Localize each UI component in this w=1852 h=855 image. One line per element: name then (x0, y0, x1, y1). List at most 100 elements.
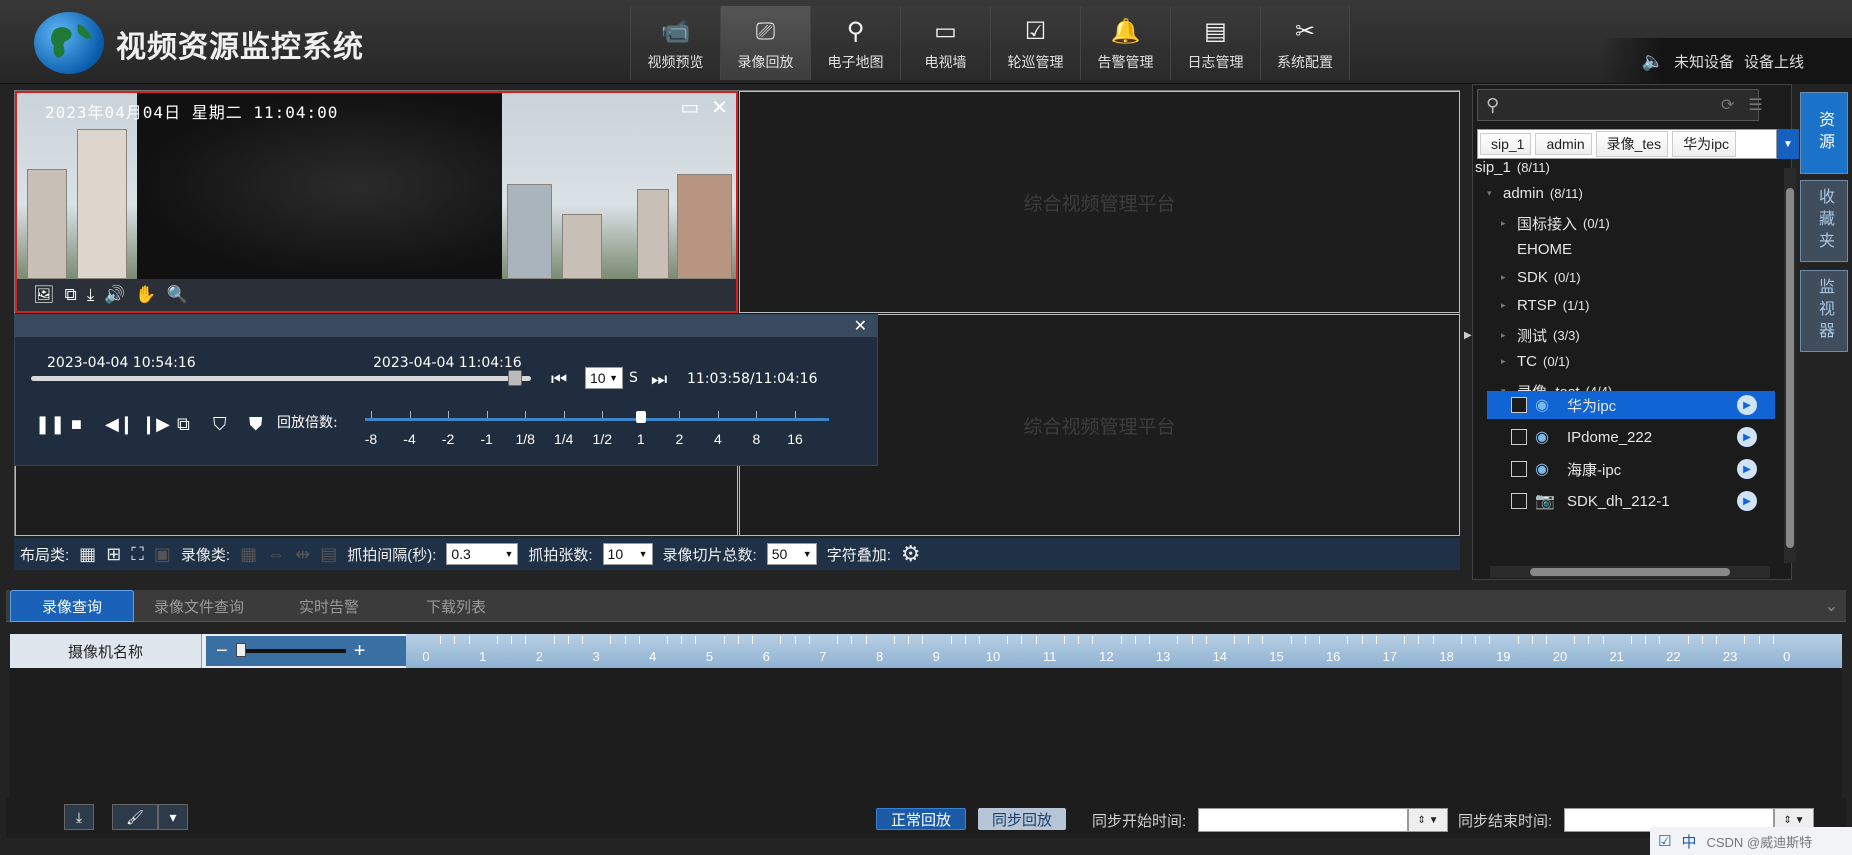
normal-playback-button[interactable]: 正常回放 (876, 808, 966, 830)
nav-item-camera[interactable]: 📹 视频预览 (630, 6, 720, 80)
speed-slider-thumb[interactable] (635, 411, 646, 423)
device-checkbox[interactable] (1511, 461, 1527, 477)
fullscreen-icon[interactable]: ⛶ (131, 544, 144, 565)
collapsed-arrow-icon[interactable]: ▸ (1501, 218, 1511, 229)
play-icon[interactable]: ▶ (1737, 395, 1757, 415)
chevron-down-icon[interactable]: ▾ (158, 804, 188, 830)
list-icon[interactable]: ☰ (1748, 95, 1762, 115)
nav-item-tv-wall[interactable]: ▭ 电视墙 (900, 6, 990, 80)
side-tab[interactable]: 收藏夹 (1800, 180, 1848, 262)
add-tag-icon[interactable]: ⛉ (213, 414, 227, 435)
play-icon[interactable]: ▶ (1737, 427, 1757, 447)
tree-vertical-scrollbar[interactable] (1784, 168, 1796, 563)
zoom-out-icon[interactable]: − (216, 640, 228, 663)
bottom-tab[interactable]: 实时告警 (268, 590, 390, 622)
tree-node[interactable]: ▸ SDK (0/1) (1501, 269, 1581, 286)
refresh-icon[interactable]: ⟳ (1721, 95, 1734, 115)
pause-icon[interactable]: ❚❚ (35, 414, 65, 435)
collapsed-arrow-icon[interactable]: ▸ (1501, 300, 1511, 311)
zoom-in-icon[interactable]: + (354, 640, 366, 663)
collapsed-arrow-icon[interactable]: ▸ (1501, 356, 1511, 367)
video-stream[interactable]: 2023年04月04日 星期二 11:04:00 ▭ ✕ (17, 93, 736, 279)
record-save-icon[interactable]: ▤ (320, 544, 337, 565)
close-icon[interactable]: ✕ (854, 316, 867, 336)
nav-item-patrol[interactable]: ☑ 轮巡管理 (990, 6, 1080, 80)
play-icon[interactable]: ▶ (1737, 491, 1757, 511)
device-row[interactable]: ◉ IPdome_222 ▶ (1487, 423, 1775, 451)
playback-progress-track[interactable] (31, 376, 531, 381)
gear-icon[interactable]: ⚙ (901, 541, 921, 567)
device-checkbox[interactable] (1511, 493, 1527, 509)
maximize-icon[interactable]: ▭ (680, 95, 699, 120)
record-split-icon[interactable]: ⇹ (295, 544, 310, 565)
frame-back-icon[interactable]: ◀❙ (105, 414, 134, 435)
clip-icon[interactable]: ⧉ (177, 414, 190, 435)
collapsed-arrow-icon[interactable]: ▸ (1501, 272, 1511, 283)
play-icon[interactable]: ▶ (1737, 459, 1757, 479)
close-icon[interactable]: ✕ (711, 95, 728, 120)
grid-4-icon[interactable]: ⊞ (106, 544, 121, 565)
frame-forward-icon[interactable]: ❙▶ (141, 414, 170, 435)
video-cell-1[interactable]: 2023年04月04日 星期二 11:04:00 ▭ ✕ 🖼 ⧉ ⤓ 🔊 ✋ 🔍 (15, 91, 738, 313)
clear-brush-icon[interactable]: 🖌 (112, 804, 158, 830)
zoom-slider-thumb[interactable] (235, 643, 246, 657)
device-row[interactable]: ◉ 海康-ipc ▶ (1487, 455, 1775, 483)
tag-icon[interactable]: ⛊ (249, 414, 263, 435)
breadcrumb-item[interactable]: 录像_tes (1595, 131, 1669, 157)
tray-check-icon[interactable]: ☑ (1658, 832, 1671, 850)
custom-layout-icon[interactable]: ▣ (154, 544, 171, 565)
breadcrumb-item[interactable]: sip_1 (1480, 133, 1532, 155)
sync-start-input[interactable] (1198, 808, 1408, 832)
collapsed-arrow-icon[interactable]: ▸ (1501, 330, 1511, 341)
device-row[interactable]: 📷 SDK_dh_212-1 ▶ (1487, 487, 1775, 515)
volume-icon[interactable]: 🔊 (104, 285, 125, 305)
snapshot-icon[interactable]: 🖼 (33, 285, 55, 305)
tree-node[interactable]: ▸ 测试 (3/3) (1501, 325, 1580, 346)
breadcrumb-item[interactable]: 华为ipc (1672, 131, 1736, 157)
collapse-icon[interactable]: ⌄ (1825, 596, 1838, 616)
bottom-tab[interactable]: 录像查询 (10, 590, 134, 622)
bottom-tab[interactable]: 录像文件查询 (134, 590, 264, 622)
timeline-body[interactable] (10, 668, 1842, 798)
tree-node[interactable]: EHOME (1501, 241, 1578, 258)
panel-toggle-arrow-icon[interactable]: ▶ (1464, 330, 1472, 341)
step-back-icon[interactable]: ⏮ (551, 369, 567, 390)
device-row[interactable]: ◉ 华为ipc ▶ (1487, 391, 1775, 419)
record-grid-icon[interactable]: ▦ (240, 544, 257, 565)
speaker-icon[interactable]: 🔈 (1642, 51, 1664, 72)
bottom-tab[interactable]: 下载列表 (394, 590, 518, 622)
device-checkbox[interactable] (1511, 397, 1527, 413)
expanded-arrow-icon[interactable]: ▾ (1487, 188, 1497, 199)
side-tab[interactable]: 资源 (1800, 92, 1848, 174)
playback-panel-titlebar[interactable]: ✕ (15, 315, 877, 337)
stop-icon[interactable]: ■ (71, 414, 82, 435)
nav-item-bell[interactable]: 🔔 告警管理 (1080, 6, 1170, 80)
download-icon[interactable]: ⤓ (87, 285, 95, 305)
zoom-slider-track[interactable] (235, 643, 346, 657)
tray-ime-icon[interactable]: 中 (1681, 831, 1696, 852)
sync-start-spinner[interactable]: ⇕ ▼ (1408, 808, 1448, 832)
breadcrumb-item[interactable]: admin (1535, 133, 1592, 155)
chevron-down-icon[interactable]: ▼ (1777, 129, 1799, 159)
tree-node[interactable]: ▸ TC (0/1) (1501, 353, 1570, 370)
interval-select[interactable]: 0.3 ▼ (446, 543, 519, 565)
timeline-hours[interactable]: 0 1 2 3 4 5 6 7 8 9 10 11 12 13 14 15 16 17 18 19 20 21 22 23 0 (406, 634, 1842, 668)
nav-item-playback[interactable]: ⎚ 录像回放 (720, 6, 810, 80)
nav-item-tools[interactable]: ✂ 系统配置 (1260, 6, 1350, 80)
video-cell-2[interactable]: 综合视频管理平台 (739, 91, 1460, 313)
tree-node[interactable]: sip_1 (8/11) (1475, 159, 1550, 176)
multi-snapshot-icon[interactable]: ⧉ (65, 285, 77, 305)
nav-item-log[interactable]: ▤ 日志管理 (1170, 6, 1260, 80)
speed-slider-track[interactable] (365, 418, 829, 421)
record-merge-icon[interactable]: ⇔ (267, 544, 285, 565)
search-input[interactable]: ⚲ (1477, 89, 1759, 121)
download-icon[interactable]: ⤓ (64, 804, 94, 830)
grid-9-icon[interactable]: ▦ (79, 544, 96, 565)
side-tab[interactable]: 监视器 (1800, 270, 1848, 352)
playback-progress-thumb[interactable] (508, 370, 522, 386)
zoom-icon[interactable]: 🔍 (167, 285, 188, 305)
step-forward-icon[interactable]: ⏭ (651, 369, 667, 390)
nav-item-map-pin[interactable]: ⚲ 电子地图 (810, 6, 900, 80)
slices-select[interactable]: 50 ▼ (766, 543, 817, 565)
device-checkbox[interactable] (1511, 429, 1527, 445)
